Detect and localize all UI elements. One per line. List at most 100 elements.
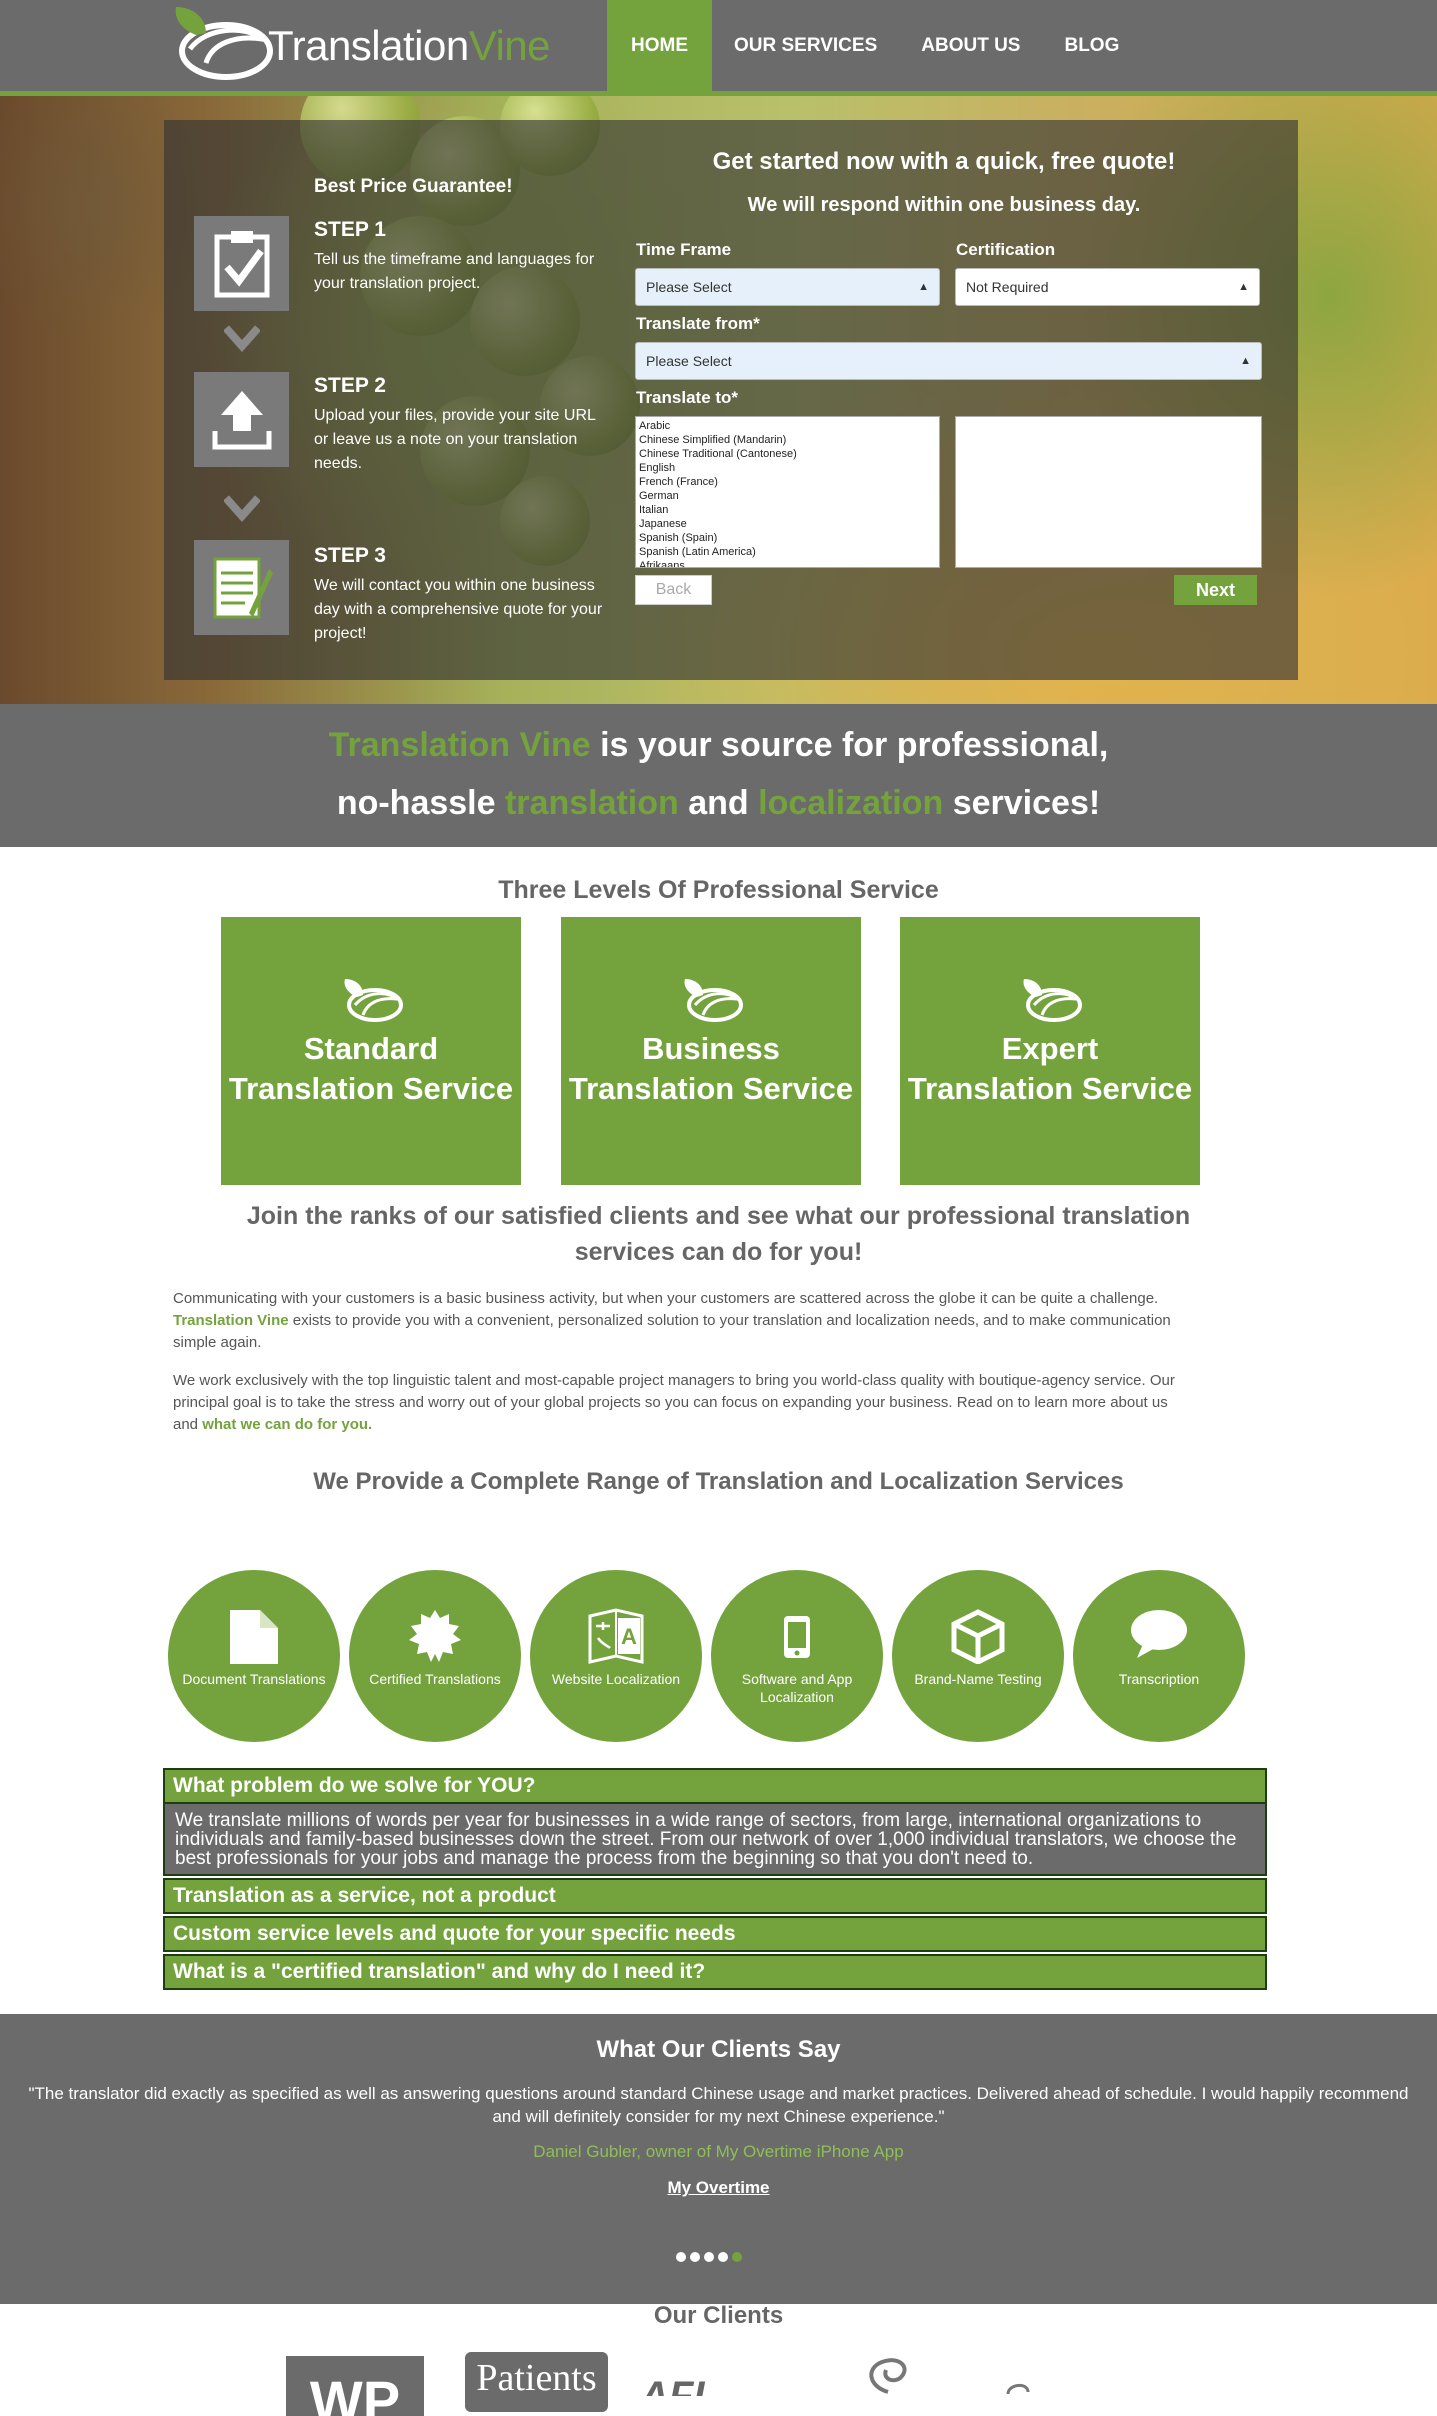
client-logo-swirl: [869, 2358, 907, 2394]
testimonial-link[interactable]: My Overtime: [0, 2178, 1437, 2198]
speech-bubble-icon: [1131, 1610, 1187, 1658]
translate-to-listbox[interactable]: Arabic Chinese Simplified (Mandarin) Chi…: [635, 416, 940, 568]
language-option[interactable]: Italian: [639, 503, 936, 517]
service-label: Software and App Localization: [741, 1671, 853, 1705]
faq-item-service-not-product[interactable]: Translation as a service, not a product: [163, 1878, 1267, 1914]
vine-leaf-icon: [684, 979, 743, 1022]
faq-item-what-problem[interactable]: What problem do we solve for YOU?: [163, 1768, 1267, 1804]
upload-icon: [194, 372, 289, 467]
tile-title: Business: [642, 1031, 780, 1066]
language-option[interactable]: Spanish (Latin America): [639, 545, 936, 559]
website-localization-circle[interactable]: A Website Localization: [530, 1570, 702, 1742]
best-price-text: Best Price Guarantee!: [314, 176, 513, 197]
language-option[interactable]: Chinese Traditional (Cantonese): [639, 447, 936, 461]
what-we-can-do-link[interactable]: what we can do for you.: [202, 1416, 372, 1433]
tagline-banner: Translation Vine is your source for prof…: [0, 704, 1437, 847]
logo-text: TranslationVine: [268, 22, 551, 69]
language-option[interactable]: English: [639, 461, 936, 475]
service-label: Website Localization: [551, 1671, 681, 1687]
translate-from-label: Translate from*: [636, 314, 760, 333]
standard-service-tile[interactable]: Standard Translation Service: [221, 917, 521, 1185]
faq-item-certified-translation[interactable]: What is a "certified translation" and wh…: [163, 1954, 1267, 1990]
notepad-pencil-icon: [194, 540, 289, 635]
chevron-down-icon: [224, 325, 260, 352]
step-2-title: STEP 2: [314, 374, 386, 397]
tile-subtitle: Translation Service: [568, 1071, 854, 1106]
client-logo-circle: [1006, 2384, 1030, 2394]
clipboard-check-icon: [194, 216, 289, 311]
tile-subtitle: Translation Service: [228, 1071, 514, 1106]
testimonial-author: Daniel Gubler, owner of My Overtime iPho…: [533, 2142, 904, 2161]
selected-languages-listbox[interactable]: [955, 416, 1262, 568]
testimonials-section: What Our Clients Say "The translator did…: [0, 2014, 1437, 2304]
carousel-dot[interactable]: [676, 2252, 686, 2262]
certification-label: Certification: [956, 240, 1056, 259]
step-1-desc: Tell us the timeframe and languages for …: [314, 251, 595, 292]
nav-blog[interactable]: BLOG: [1042, 0, 1141, 91]
brand-name-testing-circle[interactable]: Brand-Name Testing: [892, 1570, 1064, 1742]
faq-item-custom-service-levels[interactable]: Custom service levels and quote for your…: [163, 1916, 1267, 1952]
translate-to-label: Translate to*: [636, 388, 739, 407]
phone-icon: [784, 1616, 810, 1658]
quote-subtitle: We will respond within one business day.: [747, 194, 1141, 216]
tagline-line-1: Translation Vine is your source for prof…: [328, 726, 1109, 764]
faq-answer: We translate millions of words per year …: [163, 1804, 1267, 1876]
step-1-title: STEP 1: [314, 218, 386, 241]
language-option[interactable]: Chinese Simplified (Mandarin): [639, 433, 936, 447]
certification-select[interactable]: Not Required ▲︎: [955, 268, 1260, 306]
language-option[interactable]: French (France): [639, 475, 936, 489]
clients-title: Our Clients: [653, 2302, 784, 2329]
transcription-circle[interactable]: Transcription: [1073, 1570, 1245, 1742]
carousel-dot[interactable]: [718, 2252, 728, 2262]
carousel-dots: [676, 2252, 742, 2262]
timeframe-select[interactable]: Please Select ▲︎: [635, 268, 940, 306]
quote-title: Get started now with a quick, free quote…: [712, 148, 1176, 175]
expert-service-tile[interactable]: Expert Translation Service: [900, 917, 1200, 1185]
service-label: Brand-Name Testing: [914, 1671, 1042, 1687]
document-icon: [230, 1610, 278, 1664]
vine-leaf-icon: [344, 979, 403, 1022]
service-label: Transcription: [1118, 1671, 1200, 1687]
join-heading: Join the ranks of our satisfied clients …: [246, 1202, 1191, 1266]
select-arrow-icon: ▲︎: [1240, 355, 1251, 367]
carousel-dot[interactable]: [690, 2252, 700, 2262]
service-label: Document Translations: [182, 1671, 326, 1687]
nav-home[interactable]: HOME: [607, 0, 712, 91]
box-icon: [951, 1609, 1005, 1664]
translate-icon: A: [588, 1608, 644, 1664]
language-option[interactable]: German: [639, 489, 936, 503]
testimonial-quote: "The translator did exactly as specified…: [28, 2084, 1409, 2126]
step-3-desc: We will contact you within one business …: [314, 577, 603, 642]
translate-from-select[interactable]: Please Select ▲︎: [635, 342, 1262, 380]
language-option[interactable]: Arabic: [639, 419, 936, 433]
levels-title: Three Levels Of Professional Service: [498, 876, 939, 904]
client-logo-wp: WP: [286, 2356, 424, 2416]
carousel-dot[interactable]: [704, 2252, 714, 2262]
carousel-dot-active[interactable]: [732, 2252, 742, 2262]
tile-title: Standard: [303, 1031, 439, 1066]
vine-leaf-logo-icon: [175, 7, 273, 80]
main-nav: HOME OUR SERVICES ABOUT US BLOG: [607, 0, 1141, 96]
business-service-tile[interactable]: Business Translation Service: [561, 917, 861, 1185]
software-app-localization-circle[interactable]: Software and App Localization: [711, 1570, 883, 1742]
timeframe-label: Time Frame: [636, 240, 732, 259]
tagline-line-2: no-hassle translation and localization s…: [336, 784, 1101, 822]
certified-translations-circle[interactable]: Certified Translations: [349, 1570, 521, 1742]
vine-leaf-icon: [1023, 979, 1082, 1022]
language-option[interactable]: Japanese: [639, 517, 936, 531]
next-button[interactable]: Next: [1174, 575, 1257, 605]
language-option[interactable]: Afrikaans: [639, 559, 936, 567]
seal-icon: [409, 1610, 461, 1662]
tile-title: Expert: [1001, 1031, 1099, 1066]
language-option[interactable]: Spanish (Spain): [639, 531, 936, 545]
select-arrow-icon: ▲︎: [918, 281, 929, 293]
hero-section: Best Price Guarantee! STEP 1 Tell us the…: [0, 96, 1437, 704]
select-arrow-icon: ▲︎: [1238, 281, 1249, 293]
testimonials-title: What Our Clients Say: [596, 2036, 841, 2063]
nav-our-services[interactable]: OUR SERVICES: [712, 0, 899, 91]
back-button[interactable]: Back: [635, 575, 712, 605]
logo[interactable]: TranslationVine: [166, 0, 551, 92]
nav-about-us[interactable]: ABOUT US: [899, 0, 1042, 91]
document-translations-circle[interactable]: Document Translations: [168, 1570, 340, 1742]
chevron-down-icon: [224, 495, 260, 522]
